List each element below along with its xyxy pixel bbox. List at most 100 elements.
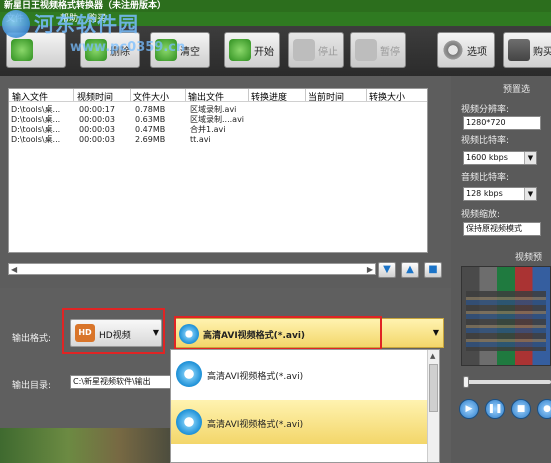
col-separator	[130, 89, 131, 101]
preview-slider[interactable]	[463, 376, 551, 388]
cell-size: 2.69MB	[135, 135, 166, 144]
gear-icon	[442, 39, 464, 61]
col-output-file[interactable]: 输出文件	[188, 90, 224, 103]
cart-icon	[508, 39, 530, 61]
table-row[interactable]: D:\tools\桌... 00:00:17 0.78MB 区域录制.avi	[9, 105, 427, 114]
col-current-time[interactable]: 当前时间	[308, 90, 344, 103]
cell-input: D:\tools\桌...	[11, 115, 61, 124]
output-format-label: 输出格式:	[12, 334, 52, 344]
col-separator	[305, 89, 306, 101]
pause-icon: ❚❚	[487, 404, 503, 414]
output-dir-input[interactable]: C:\新星视频软件\输出	[70, 375, 174, 389]
cell-size: 0.78MB	[135, 105, 166, 114]
col-separator	[248, 89, 249, 101]
col-converted-size[interactable]: 转换大小	[369, 90, 405, 103]
output-dir-label: 输出目录:	[12, 381, 52, 391]
table-row[interactable]: D:\tools\桌... 00:00:03 0.63MB 区域录制....av…	[9, 115, 427, 124]
audio-bitrate-label: 音频比特率:	[461, 173, 510, 183]
toolbar: 删除 清空 开始 停止 暂停 选项 购买	[0, 26, 551, 76]
refresh-icon	[229, 39, 251, 61]
audio-bitrate-select[interactable]: 128 kbps ▼	[463, 187, 537, 201]
format-dropdown-list[interactable]: 高清AVI视频格式(*.avi) 高清AVI视频格式(*.avi) ▲	[170, 349, 440, 463]
video-format-icon	[176, 361, 202, 387]
highlight-box	[174, 316, 382, 350]
arrow-down-icon: ▼	[383, 264, 391, 275]
slider-handle[interactable]	[463, 376, 469, 388]
cell-input: D:\tools\桌...	[11, 135, 61, 144]
move-up-button[interactable]: ▲	[401, 262, 419, 278]
scroll-left-icon[interactable]: ◀	[11, 265, 17, 274]
cell-size: 0.47MB	[135, 125, 166, 134]
cell-duration: 00:00:17	[79, 105, 115, 114]
scroll-up-icon[interactable]: ▲	[430, 352, 435, 360]
cell-output: 合并1.avi	[190, 125, 226, 134]
resolution-label: 视频分辨率:	[461, 105, 510, 115]
snapshot-button[interactable]: ●	[537, 399, 551, 419]
col-separator	[366, 89, 367, 101]
buy-button[interactable]: 购买	[503, 32, 551, 68]
scrollbar-thumb[interactable]	[429, 364, 438, 412]
highlight-box	[62, 308, 165, 354]
col-progress[interactable]: 转换进度	[251, 90, 287, 103]
table-row[interactable]: D:\tools\桌... 00:00:03 0.47MB 合并1.avi	[9, 125, 427, 134]
clear-icon	[155, 39, 177, 61]
video-format-icon	[176, 409, 202, 435]
cell-input: D:\tools\桌...	[11, 105, 61, 114]
dropdown-option-label: 高清AVI视频格式(*.avi)	[207, 372, 304, 382]
video-preview	[461, 266, 551, 366]
preview-frame	[466, 291, 546, 351]
background-image	[0, 428, 170, 463]
add-file-button[interactable]	[6, 32, 66, 68]
move-down-button[interactable]: ▼	[378, 262, 396, 278]
video-bitrate-label: 视频比特率:	[461, 136, 510, 146]
delete-icon	[85, 39, 107, 61]
resolution-select[interactable]: 1280*720	[463, 116, 541, 130]
arrow-up-icon: ▲	[406, 264, 414, 275]
menu-item-help[interactable]: 帮助	[60, 12, 78, 26]
video-bitrate-select[interactable]: 1600 kbps ▼	[463, 151, 537, 165]
col-duration[interactable]: 视频时间	[77, 90, 113, 103]
scale-label: 视频缩放:	[461, 210, 501, 220]
delete-button[interactable]: 删除	[80, 32, 140, 68]
play-button[interactable]: ▶	[459, 399, 479, 419]
cell-duration: 00:00:03	[79, 115, 115, 124]
start-button[interactable]: 开始	[224, 32, 280, 68]
pause-button[interactable]: 暂停	[350, 32, 406, 68]
dropdown-option[interactable]: 高清AVI视频格式(*.avi)	[171, 352, 429, 396]
pause-icon	[355, 39, 377, 61]
chevron-down-icon: ▼	[524, 188, 536, 200]
preview-title: 视频预	[515, 253, 543, 263]
cell-output: 区域录制.avi	[190, 105, 237, 114]
stop-icon: ■	[516, 404, 526, 414]
options-button[interactable]: 选项	[437, 32, 495, 68]
settings-panel: 预置选 视频分辨率: 1280*720 视频比特率: 1600 kbps ▼ 音频…	[451, 76, 551, 463]
move-top-button[interactable]: ■	[424, 262, 442, 278]
col-size[interactable]: 文件大小	[133, 90, 169, 103]
table-row[interactable]: D:\tools\桌... 00:00:03 2.69MB tt.avi	[9, 135, 427, 144]
scale-select[interactable]: 保持原视频模式	[463, 222, 541, 236]
chevron-down-icon: ▼	[524, 152, 536, 164]
file-list-table[interactable]: 输入文件 视频时间 文件大小 输出文件 转换进度 当前时间 转换大小 D:\to…	[8, 88, 428, 253]
cell-size: 0.63MB	[135, 115, 166, 124]
stop-button[interactable]: 停止	[288, 32, 344, 68]
scroll-right-icon[interactable]: ▶	[367, 265, 373, 274]
cell-input: D:\tools\桌...	[11, 125, 61, 134]
preset-title: 预置选	[503, 85, 531, 95]
cell-output: 区域录制....avi	[190, 115, 245, 124]
dropdown-scrollbar[interactable]: ▲	[427, 350, 439, 462]
menu-bar: 文件 帮助 购买	[0, 12, 551, 26]
dropdown-option-selected[interactable]: 高清AVI视频格式(*.avi)	[171, 400, 429, 444]
menu-item-file[interactable]: 文件	[6, 12, 24, 26]
menu-item-buy[interactable]: 购买	[88, 12, 106, 26]
stop-preview-button[interactable]: ■	[511, 399, 531, 419]
pause-preview-button[interactable]: ❚❚	[485, 399, 505, 419]
col-input-file[interactable]: 输入文件	[12, 90, 48, 103]
horizontal-scrollbar[interactable]: ◀ ▶	[8, 263, 376, 275]
col-separator	[73, 89, 74, 101]
clear-button[interactable]: 清空	[150, 32, 210, 68]
window-title: 新星日王视频格式转换器（未注册版本）	[0, 0, 551, 12]
dropdown-option-label: 高清AVI视频格式(*.avi)	[207, 420, 304, 430]
cell-output: tt.avi	[190, 135, 211, 144]
play-icon: ▶	[465, 404, 473, 414]
cell-duration: 00:00:03	[79, 125, 115, 134]
